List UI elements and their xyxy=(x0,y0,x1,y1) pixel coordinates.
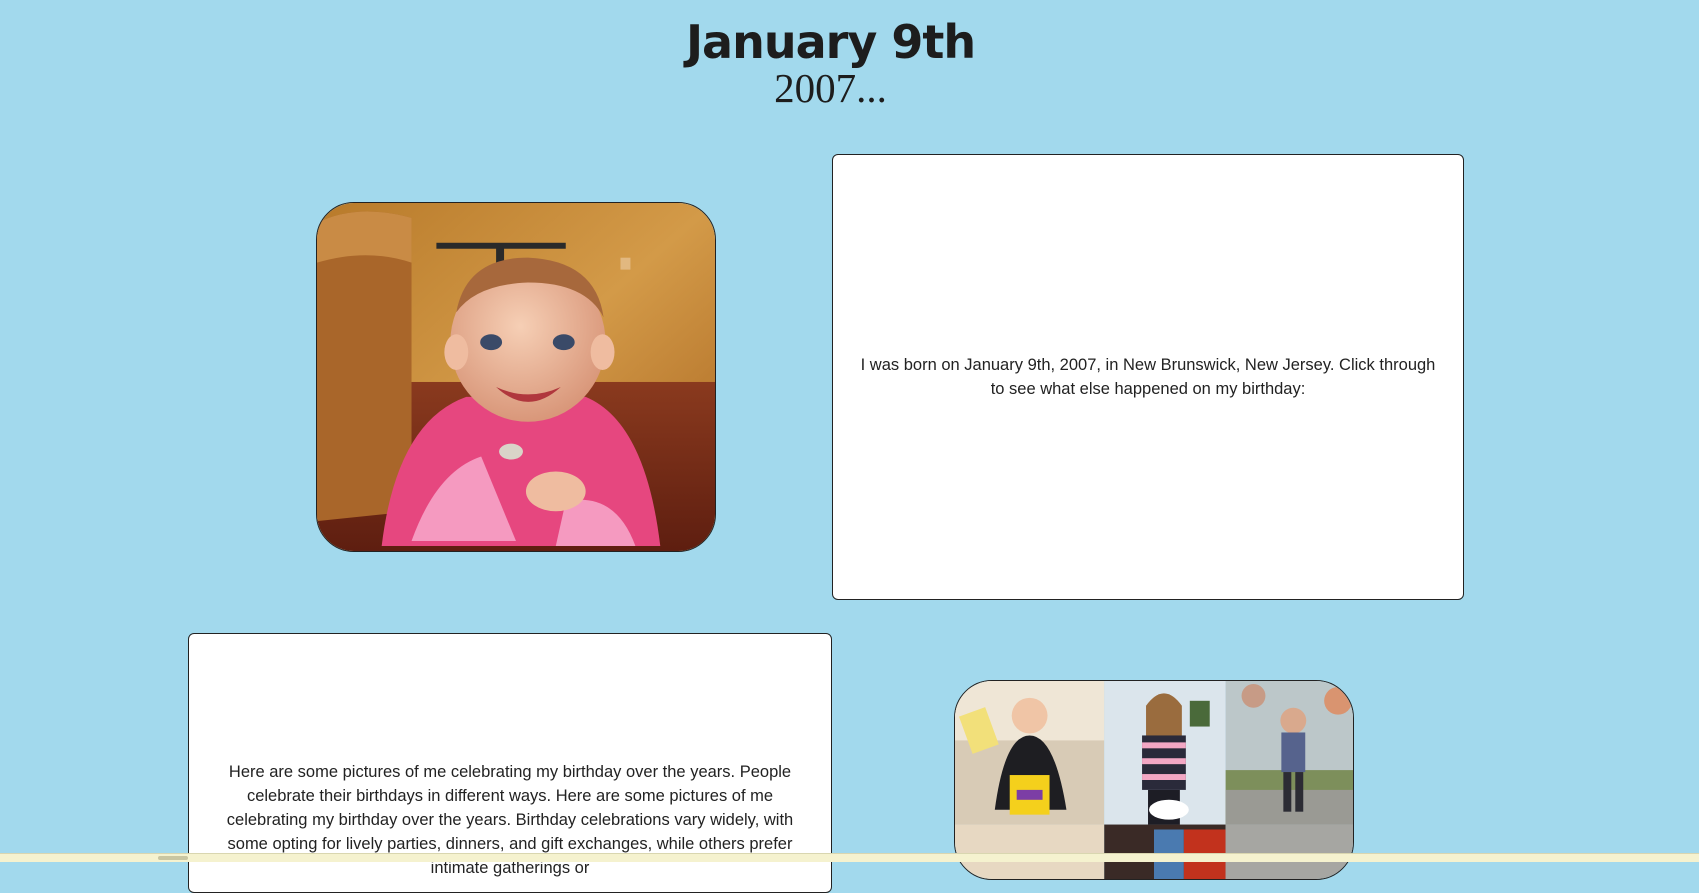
page-title: January 9th xyxy=(685,14,976,69)
intro-text: I was born on January 9th, 2007, in New … xyxy=(860,356,1436,398)
scrollbar-thumb[interactable] xyxy=(158,856,188,860)
birthday-text: Here are some pictures of me celebrating… xyxy=(226,763,794,877)
baby-photo-image xyxy=(317,203,715,551)
birthday-collage-photo xyxy=(954,680,1354,880)
birthday-collage-image xyxy=(955,681,1353,879)
intro-card: I was born on January 9th, 2007, in New … xyxy=(832,154,1464,600)
baby-photo xyxy=(316,202,716,552)
year-heading: 2007... xyxy=(774,65,887,111)
